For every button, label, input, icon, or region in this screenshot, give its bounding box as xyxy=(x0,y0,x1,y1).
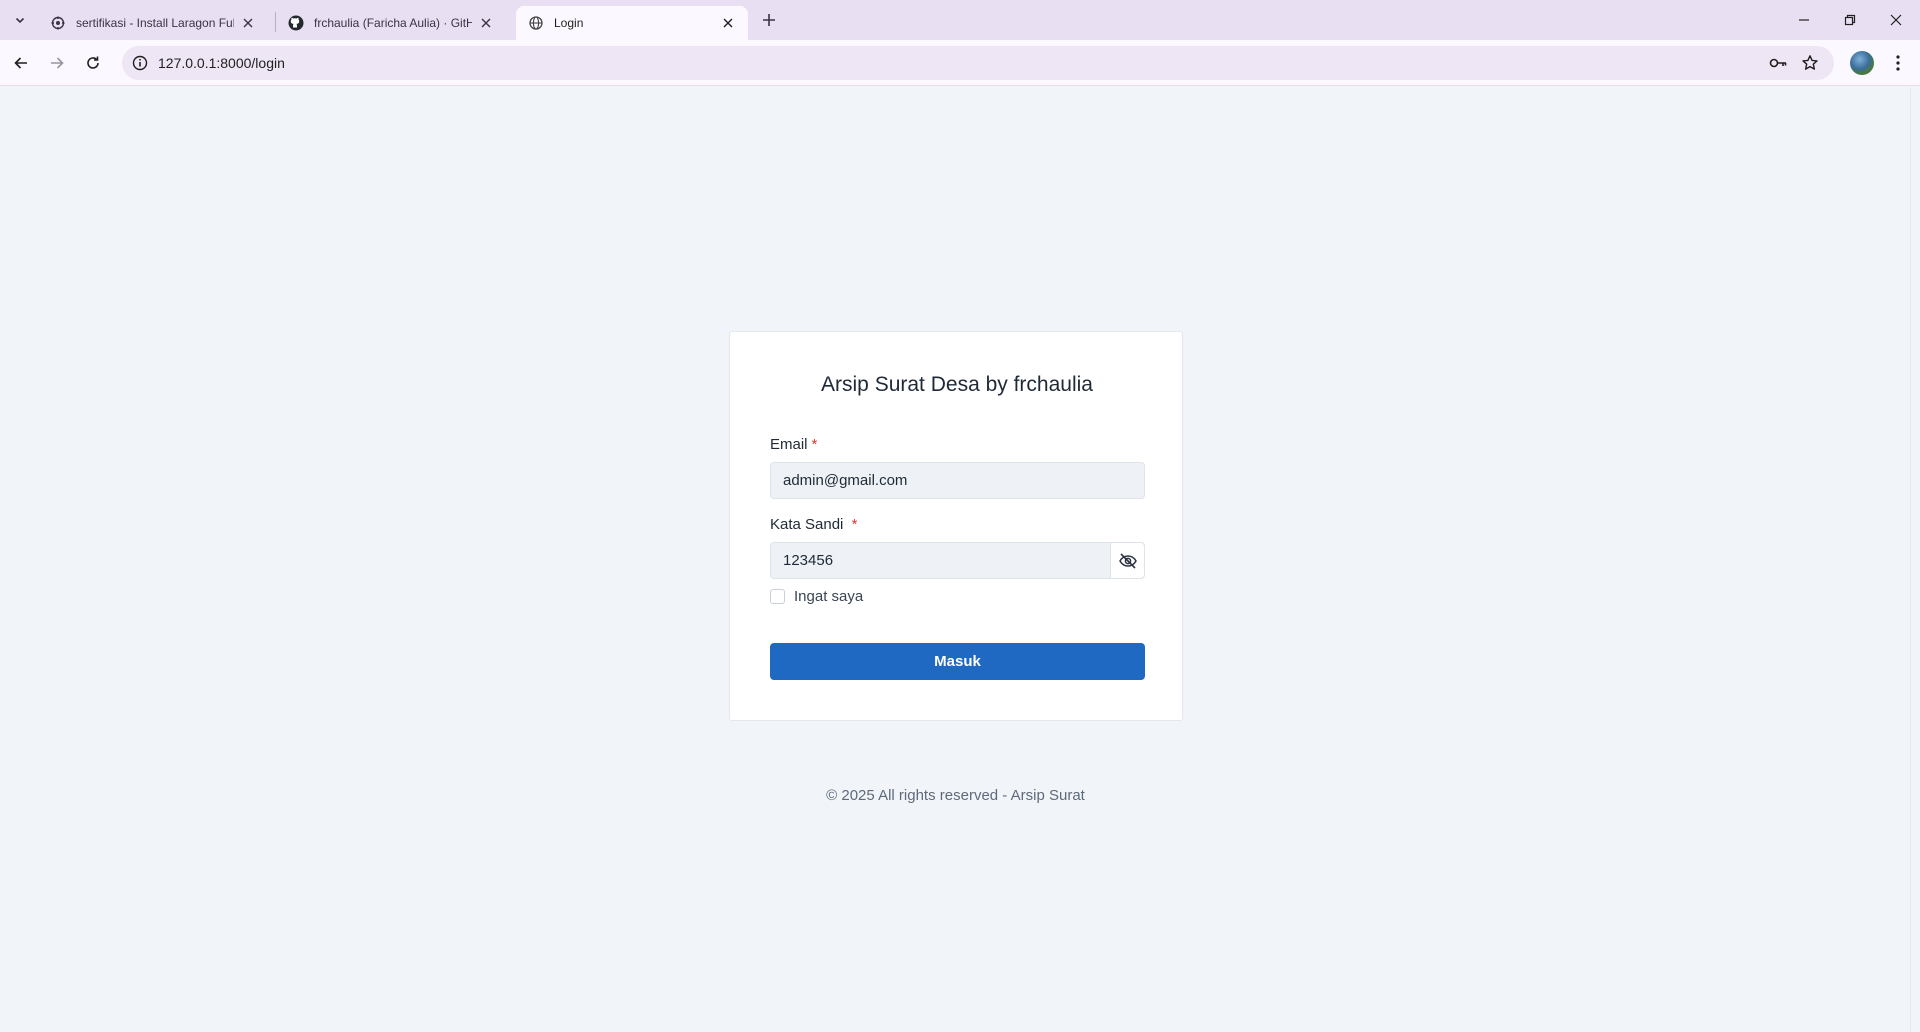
more-vertical-icon xyxy=(1896,55,1900,71)
restore-icon xyxy=(1844,14,1856,26)
tab-sertifikasi[interactable]: sertifikasi - Install Laragon Full xyxy=(38,6,268,40)
tab-login[interactable]: Login xyxy=(516,6,748,40)
remember-checkbox[interactable] xyxy=(770,589,785,604)
close-icon[interactable] xyxy=(478,15,494,31)
back-button[interactable] xyxy=(5,47,37,79)
restore-button[interactable] xyxy=(1827,0,1873,40)
browser-toolbar: 127.0.0.1:8000/login xyxy=(0,40,1920,86)
globe-icon xyxy=(528,15,544,31)
required-mark: * xyxy=(851,516,858,533)
page-title: Arsip Surat Desa by frchaulia xyxy=(821,373,1093,396)
close-window-button[interactable] xyxy=(1873,0,1919,40)
reload-button[interactable] xyxy=(77,47,109,79)
tab-github[interactable]: frchaulia (Faricha Aulia) · GitHub xyxy=(276,6,506,40)
toggle-password-visibility-button[interactable] xyxy=(1110,543,1144,578)
required-mark: * xyxy=(811,436,818,453)
password-key-icon[interactable] xyxy=(1768,53,1788,73)
tab-title: sertifikasi - Install Laragon Full xyxy=(76,16,234,30)
close-icon xyxy=(1890,14,1902,26)
new-tab-button[interactable] xyxy=(757,8,781,32)
password-label: Kata Sandi * xyxy=(770,516,857,533)
reload-icon xyxy=(87,56,99,69)
url-text: 127.0.0.1:8000/login xyxy=(158,55,285,71)
forward-button[interactable] xyxy=(41,47,73,79)
minimize-icon xyxy=(1799,19,1809,21)
github-icon xyxy=(288,15,304,31)
tab-bar: sertifikasi - Install Laragon Full frcha… xyxy=(0,0,1920,40)
login-card: Arsip Surat Desa by frchaulia Email * adm… xyxy=(729,331,1183,721)
login-submit-button[interactable]: Masuk xyxy=(770,643,1145,680)
close-icon[interactable] xyxy=(720,15,736,31)
eye-off-icon xyxy=(1118,552,1137,569)
footer-copyright: © 2025 All rights reserved - Arsip Surat xyxy=(826,787,1085,804)
password-field[interactable]: 123456 xyxy=(770,542,1145,579)
gear-icon xyxy=(50,15,66,31)
chevron-down-icon xyxy=(15,17,25,24)
close-icon[interactable] xyxy=(240,15,256,31)
arrow-left-icon xyxy=(14,57,27,69)
profile-avatar[interactable] xyxy=(1850,51,1874,75)
remember-label: Ingat saya xyxy=(794,588,864,605)
tab-title: frchaulia (Faricha Aulia) · GitHub xyxy=(314,16,472,30)
remember-me: Ingat saya xyxy=(770,588,863,605)
tab-search-button[interactable] xyxy=(8,8,32,32)
email-label-text: Email xyxy=(770,436,808,453)
email-value: admin@gmail.com xyxy=(783,472,908,489)
bookmark-star-icon[interactable] xyxy=(1800,53,1820,73)
page-viewport: Arsip Surat Desa by frchaulia Email * adm… xyxy=(0,87,1920,1032)
tab-title: Login xyxy=(554,16,584,30)
browser-menu-button[interactable] xyxy=(1886,51,1910,75)
arrow-right-icon xyxy=(51,57,64,69)
minimize-button[interactable] xyxy=(1781,0,1827,40)
site-info-icon[interactable] xyxy=(130,53,150,73)
page-scrollbar[interactable] xyxy=(1910,87,1920,1032)
password-label-text: Kata Sandi xyxy=(770,516,844,533)
plus-icon xyxy=(763,14,775,26)
password-value: 123456 xyxy=(783,552,834,569)
email-label: Email * xyxy=(770,436,817,453)
email-field[interactable]: admin@gmail.com xyxy=(770,462,1145,499)
address-bar[interactable]: 127.0.0.1:8000/login xyxy=(122,46,1834,80)
